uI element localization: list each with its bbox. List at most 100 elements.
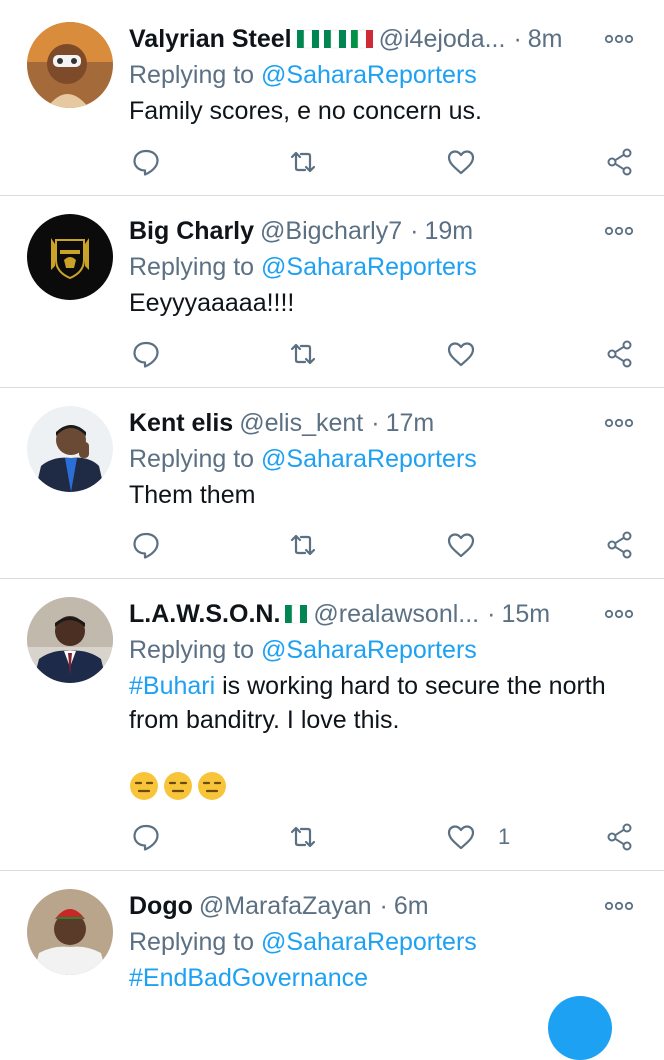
mention-link[interactable]: @SaharaReporters — [261, 253, 477, 281]
replying-to: Replying to @SaharaReporters — [129, 633, 477, 667]
like-button[interactable] — [446, 144, 498, 180]
handle: @elis_kent — [239, 409, 364, 437]
reply-button[interactable] — [131, 144, 161, 180]
reply-button[interactable] — [131, 819, 161, 855]
like-button[interactable] — [446, 527, 498, 563]
more-icon[interactable] — [604, 223, 634, 239]
replying-to: Replying to @SaharaReporters — [129, 442, 477, 476]
avatar[interactable] — [27, 889, 113, 975]
emoji-row — [129, 771, 231, 801]
tweet-header: Dogo @MarafaZayan · 6m — [129, 889, 599, 923]
expressionless-face-icon — [129, 771, 159, 801]
separator-dot: · — [371, 409, 380, 437]
avatar-image — [27, 406, 113, 492]
retweet-button[interactable] — [288, 144, 318, 180]
share-button[interactable] — [605, 336, 635, 372]
tweet-text: #EndBadGovernance — [129, 961, 639, 995]
avatar[interactable] — [27, 597, 113, 683]
reply-icon — [133, 149, 159, 176]
mention-link[interactable]: @SaharaReporters — [261, 928, 477, 956]
more-icon[interactable] — [604, 31, 634, 47]
tweet[interactable]: Valyrian Steel @i4ejoda... · 8m Replying to… — [0, 0, 664, 196]
replying-to: Replying to @SaharaReporters — [129, 925, 477, 959]
tweet[interactable]: Dogo @MarafaZayan · 6m Replying to @SaharaR… — [0, 871, 664, 1006]
handle: @MarafaZayan — [198, 892, 372, 920]
mention-link[interactable]: @SaharaReporters — [261, 61, 477, 89]
hashtag-link[interactable]: #EndBadGovernance — [129, 964, 368, 992]
like-button[interactable] — [446, 336, 498, 372]
retweet-icon — [290, 151, 316, 173]
nigeria-flag-icon — [296, 25, 319, 56]
like-icon — [447, 825, 475, 850]
share-button[interactable] — [605, 144, 635, 180]
display-name[interactable]: L.A.W.S.O.N. — [129, 600, 280, 628]
avatar[interactable] — [27, 406, 113, 492]
replying-label: Replying to — [129, 253, 262, 281]
display-name[interactable]: Dogo — [129, 892, 193, 920]
timestamp[interactable]: 15m — [501, 600, 550, 628]
display-name[interactable]: Kent elis — [129, 409, 233, 437]
like-button[interactable]: 1 — [446, 819, 510, 855]
retweet-icon — [290, 343, 316, 365]
nigeria-flag-icon — [285, 600, 308, 631]
retweet-button[interactable] — [288, 336, 318, 372]
tweet[interactable]: Big Charly @Bigcharly7 · 19m Replying to @S… — [0, 196, 664, 388]
handle: @realawsonl... — [313, 600, 480, 628]
avatar[interactable] — [27, 22, 113, 108]
tweet-text: Family scores, e no concern us. — [129, 97, 482, 125]
action-bar: 1 — [0, 819, 664, 855]
replying-label: Replying to — [129, 445, 262, 473]
more-icon[interactable] — [604, 415, 634, 431]
tweet[interactable]: Kent elis @elis_kent · 17m Replying to @Sah… — [0, 388, 664, 579]
tweet-header: Valyrian Steel @i4ejoda... · 8m — [129, 22, 599, 56]
reply-button[interactable] — [131, 336, 161, 372]
timestamp[interactable]: 8m — [528, 25, 563, 53]
more-icon[interactable] — [604, 606, 634, 622]
avatar[interactable] — [27, 214, 113, 300]
retweet-button[interactable] — [288, 527, 318, 563]
mention-link[interactable]: @SaharaReporters — [261, 445, 477, 473]
replying-to: Replying to @SaharaReporters — [129, 250, 477, 284]
replying-to: Replying to @SaharaReporters — [129, 58, 477, 92]
liverpool-crest-icon — [27, 214, 113, 300]
tweet-text: #Buhari is working hard to secure the no… — [129, 669, 639, 737]
timestamp[interactable]: 6m — [394, 892, 429, 920]
like-count: 1 — [498, 824, 511, 849]
replying-label: Replying to — [129, 61, 262, 89]
share-icon — [607, 531, 632, 559]
hashtag-link[interactable]: #Buhari — [129, 672, 215, 700]
retweet-icon — [290, 826, 316, 848]
like-icon — [447, 150, 475, 175]
timestamp[interactable]: 19m — [424, 217, 473, 245]
like-icon — [447, 533, 475, 558]
reply-button[interactable] — [131, 527, 161, 563]
share-button[interactable] — [605, 527, 635, 563]
nigeria-flag-icon — [323, 25, 346, 56]
tweet[interactable]: L.A.W.S.O.N. @realawsonl... · 15m Replying … — [0, 579, 664, 871]
display-name[interactable]: Big Charly — [129, 217, 254, 245]
italy-flag-icon — [350, 25, 373, 56]
separator-dot: · — [487, 600, 496, 628]
tweet-text: Eeyyyaaaaa!!!! — [129, 289, 295, 317]
like-icon — [447, 342, 475, 367]
mention-link[interactable]: @SaharaReporters — [261, 636, 477, 664]
action-bar — [0, 144, 664, 180]
separator-dot: · — [410, 217, 419, 245]
reply-icon — [133, 341, 159, 368]
share-icon — [607, 823, 632, 851]
retweet-icon — [290, 534, 316, 556]
avatar-image — [27, 22, 113, 108]
replying-label: Replying to — [129, 928, 262, 956]
expressionless-face-icon — [163, 771, 193, 801]
tweet-header: Big Charly @Bigcharly7 · 19m — [129, 214, 599, 248]
action-bar — [0, 527, 664, 563]
tweet-header: Kent elis @elis_kent · 17m — [129, 406, 599, 440]
tweet-header: L.A.W.S.O.N. @realawsonl... · 15m — [129, 597, 599, 631]
display-name[interactable]: Valyrian Steel — [129, 25, 292, 53]
retweet-button[interactable] — [288, 819, 318, 855]
avatar-image — [27, 889, 113, 975]
share-button[interactable] — [605, 819, 635, 855]
timestamp[interactable]: 17m — [386, 409, 435, 437]
separator-dot: · — [513, 25, 522, 53]
more-icon[interactable] — [604, 898, 634, 914]
